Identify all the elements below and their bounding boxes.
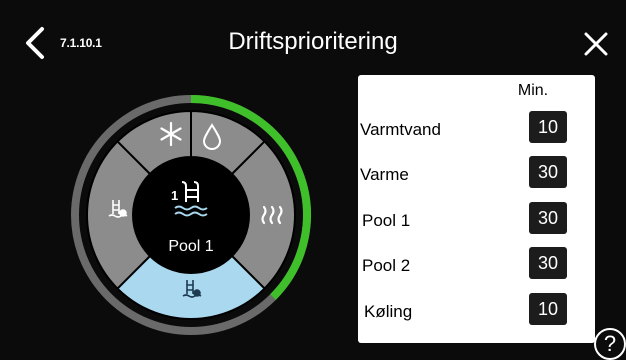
row-label: Varmtvand — [360, 120, 441, 139]
minutes-value-field[interactable]: 10 — [529, 111, 567, 143]
minutes-value-field[interactable]: 30 — [529, 247, 567, 279]
min-column-header: Min. — [517, 82, 549, 99]
priority-time-panel: Min. Varmtvand 10 Varme 30 Pool 1 30 Poo… — [358, 75, 595, 343]
row-label: Pool 2 — [362, 256, 411, 275]
row-varmtvand: Varmtvand 10 — [358, 111, 595, 145]
close-icon[interactable] — [583, 31, 609, 57]
row-pool-1: Pool 1 30 — [358, 202, 595, 236]
minutes-value-field[interactable]: 10 — [529, 293, 567, 325]
wheel-center-label: Pool 1 — [168, 238, 213, 255]
row-koling: Køling 10 — [358, 293, 595, 327]
help-button[interactable]: ? — [594, 328, 626, 360]
row-label: Køling — [364, 302, 413, 321]
row-label: Varme — [360, 165, 409, 184]
row-label: Pool 1 — [362, 211, 411, 230]
minutes-value-field[interactable]: 30 — [529, 202, 567, 234]
row-pool-2: Pool 2 30 — [358, 247, 595, 281]
row-varme: Varme 30 — [358, 156, 595, 190]
svg-text:1: 1 — [171, 188, 178, 203]
priority-wheel: 1 Pool 1 — [71, 95, 311, 335]
minutes-value-field[interactable]: 30 — [529, 156, 567, 188]
